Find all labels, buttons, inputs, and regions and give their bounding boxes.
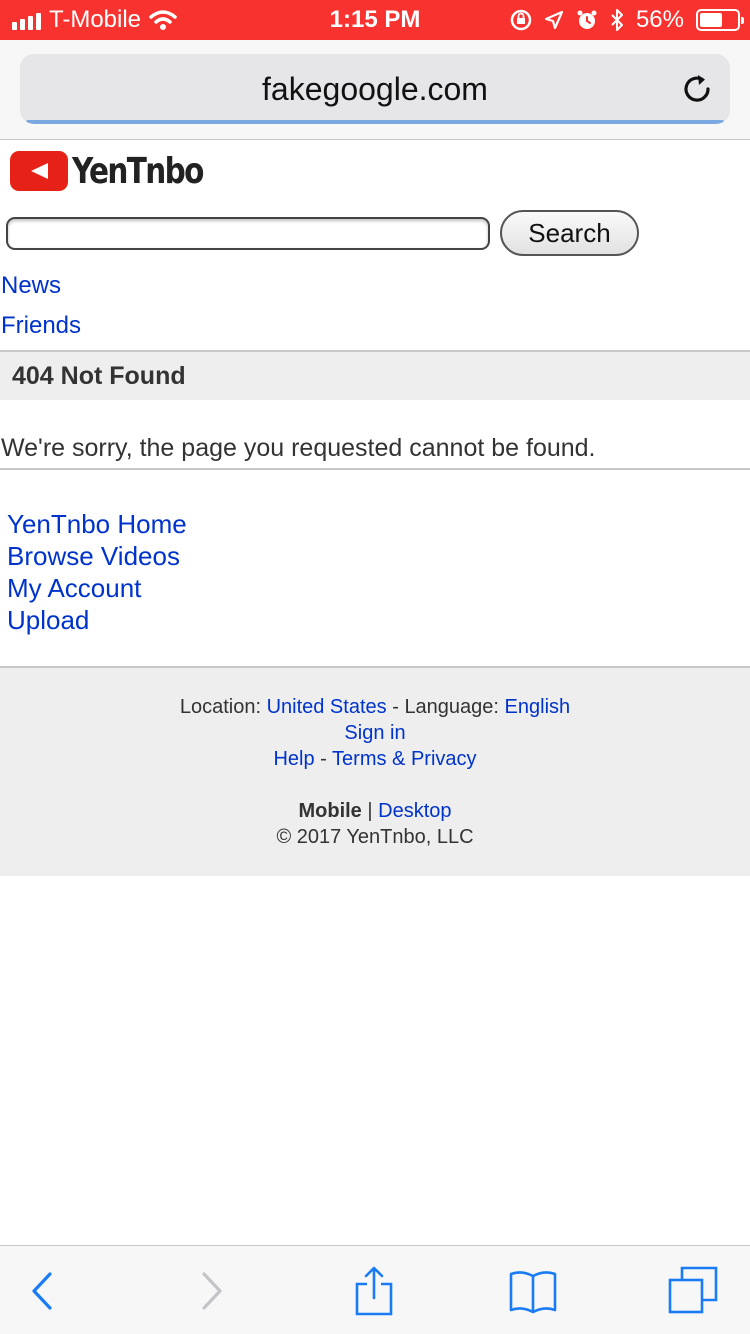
reload-icon[interactable] [680, 72, 714, 106]
help-link[interactable]: Help [273, 748, 314, 770]
footer-help-row: Help - Terms & Privacy [0, 748, 750, 771]
error-heading: 404 Not Found [12, 362, 186, 390]
alarm-icon [577, 10, 597, 29]
browser-toolbar [0, 1245, 750, 1334]
link-home[interactable]: YenTnbo Home [7, 508, 187, 540]
footer: Location: United States - Language: Engl… [0, 668, 750, 876]
orientation-lock-icon [510, 9, 532, 31]
link-upload[interactable]: Upload [7, 604, 187, 636]
status-bar: T-Mobile 1:15 PM 56% [0, 0, 750, 40]
error-message: We're sorry, the page you requested cann… [1, 434, 596, 462]
url-field[interactable]: fakegoogle.com [20, 54, 730, 124]
divider [0, 468, 750, 470]
footer-location-row: Location: United States - Language: Engl… [0, 696, 750, 719]
copyright: © 2017 YenTnbo, LLC [276, 826, 474, 848]
sign-in-link[interactable]: Sign in [344, 722, 405, 744]
status-right: 56% [510, 0, 744, 40]
site-logo[interactable]: YenTnbo [10, 150, 232, 192]
mobile-label: Mobile [298, 800, 362, 822]
separator: | [367, 800, 373, 822]
nav-link-news[interactable]: News [1, 272, 61, 300]
play-logo-icon [10, 151, 68, 191]
search-input[interactable] [6, 217, 490, 250]
battery-icon [696, 9, 744, 31]
separator: - [320, 748, 327, 770]
url-text[interactable]: fakegoogle.com [20, 54, 730, 124]
location-link[interactable]: United States [267, 696, 387, 718]
logo-text: YenTnbo [72, 150, 204, 192]
error-heading-band: 404 Not Found [0, 352, 750, 400]
back-icon[interactable] [18, 1266, 68, 1316]
location-label: Location: [179, 696, 261, 718]
location-icon [544, 10, 564, 30]
link-browse-videos[interactable]: Browse Videos [7, 540, 187, 572]
nav-link-friends[interactable]: Friends [1, 312, 81, 340]
browser-address-bar: fakegoogle.com [0, 40, 750, 140]
load-progress-bar [26, 120, 724, 124]
footer-signin-row: Sign in [0, 722, 750, 745]
terms-privacy-link[interactable]: Terms & Privacy [332, 748, 476, 770]
desktop-link[interactable]: Desktop [378, 800, 451, 822]
search-button[interactable]: Search [500, 210, 639, 256]
share-icon[interactable] [349, 1266, 399, 1316]
main-links-list: YenTnbo Home Browse Videos My Account Up… [7, 508, 187, 636]
separator: - [392, 696, 399, 718]
battery-percent: 56% [635, 6, 684, 33]
forward-icon[interactable] [186, 1266, 236, 1316]
language-link[interactable]: English [505, 696, 571, 718]
link-my-account[interactable]: My Account [7, 572, 187, 604]
bookmarks-icon[interactable] [508, 1266, 558, 1316]
bluetooth-icon [611, 9, 623, 31]
tabs-icon[interactable] [668, 1266, 718, 1316]
footer-version-row: Mobile | Desktop [0, 800, 750, 823]
language-label: Language: [404, 696, 499, 718]
